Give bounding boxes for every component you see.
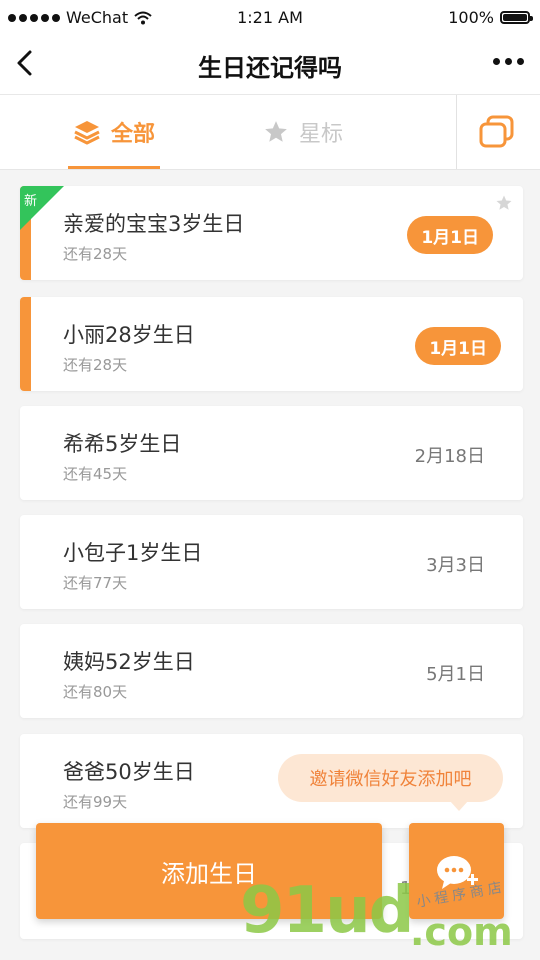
new-badge-label: 新 — [24, 194, 38, 209]
star-icon[interactable] — [495, 194, 513, 212]
wechat-invite-button[interactable] — [409, 823, 504, 919]
tab-starred[interactable]: 星标 — [258, 95, 348, 169]
status-right: 100% — [448, 8, 533, 27]
invite-tooltip-text: 邀请微信好友添加吧 — [309, 769, 472, 790]
birthday-card[interactable]: 新 亲爱的宝宝3岁生日 还有28天 1月1日 — [20, 186, 523, 280]
add-birthday-button[interactable]: 添加生日 — [36, 823, 382, 919]
birthday-date: 1月1日 — [407, 216, 493, 254]
days-left: 还有77天 — [63, 574, 128, 592]
page-title: 生日还记得吗 — [198, 54, 342, 82]
more-menu-icon[interactable] — [493, 58, 524, 65]
birthday-name: 小丽28岁生日 — [63, 323, 195, 347]
battery-icon — [500, 11, 533, 24]
birthday-card[interactable]: 小包子1岁生日 还有77天 3月3日 — [20, 515, 523, 609]
tab-all[interactable]: 全部 — [64, 95, 164, 169]
days-left: 还有80天 — [63, 683, 128, 701]
wechat-add-icon — [437, 856, 478, 889]
birthday-date: 3月3日 — [426, 555, 485, 576]
battery-percent: 100% — [448, 8, 494, 27]
birthday-name: 希希5岁生日 — [63, 432, 182, 456]
birthday-card[interactable]: 小丽28岁生日 还有28天 1月1日 — [20, 297, 523, 391]
birthday-name: 爸爸50岁生日 — [63, 760, 195, 784]
nav-bar: 生日还记得吗 — [0, 34, 540, 95]
status-bar: WeChat 1:21 AM 100% — [0, 0, 540, 34]
birthday-name: 姨妈52岁生日 — [63, 650, 195, 674]
tab-starred-label: 星标 — [298, 122, 343, 147]
star-icon — [265, 121, 287, 142]
card-accent-bar — [20, 297, 31, 391]
birthday-card[interactable]: 姨妈52岁生日 还有80天 5月1日 — [20, 624, 523, 718]
days-left: 还有45天 — [63, 465, 128, 483]
days-left: 还有99天 — [63, 793, 128, 811]
tab-divider — [456, 95, 457, 169]
filter-tabs: 全部 星标 — [0, 95, 540, 170]
add-birthday-label: 添加生日 — [161, 859, 257, 888]
birthday-date: 1月1日 — [415, 327, 501, 365]
birthday-name: 小包子1岁生日 — [63, 541, 203, 565]
tab-all-label: 全部 — [110, 122, 155, 147]
days-left: 还有28天 — [63, 245, 128, 263]
birthday-name: 亲爱的宝宝3岁生日 — [63, 212, 245, 236]
layers-icon — [74, 121, 100, 145]
birthday-card[interactable]: 希希5岁生日 还有45天 2月18日 — [20, 406, 523, 500]
days-left: 还有28天 — [63, 356, 128, 374]
copy-icon[interactable] — [478, 115, 516, 149]
invite-tooltip: 邀请微信好友添加吧 — [278, 754, 503, 811]
birthday-date: 5月1日 — [426, 664, 485, 685]
birthday-date: 2月18日 — [414, 446, 485, 467]
new-badge: 新 — [20, 186, 64, 230]
